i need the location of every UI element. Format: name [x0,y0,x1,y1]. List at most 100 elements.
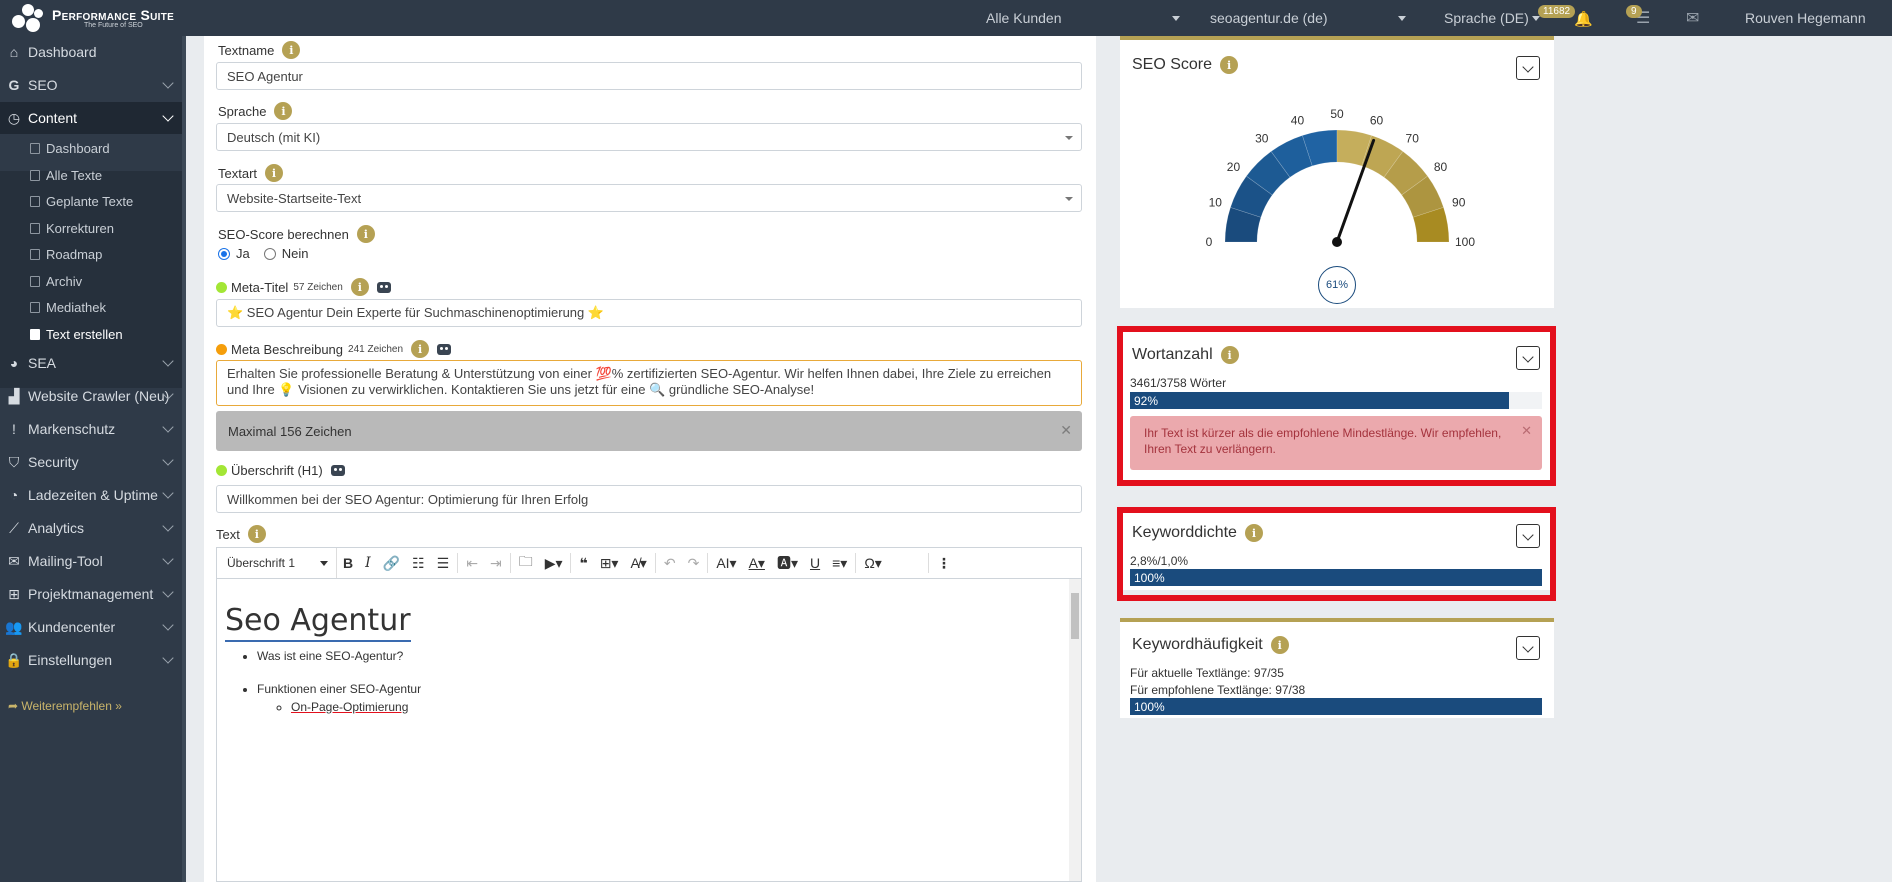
sidebar-item-loadtimes[interactable]: ◔ Ladezeiten & Uptime [0,479,182,511]
sidebar-item-settings[interactable]: 🔒 Einstellungen [0,644,182,676]
sidebar-item-mailing[interactable]: ✉ Mailing-Tool [0,545,182,577]
bell-icon[interactable]: 🔔 [1574,10,1593,28]
info-icon[interactable]: i [350,278,369,296]
textname-label: Textname i [218,41,301,59]
radio-yes[interactable] [218,247,230,260]
info-icon[interactable]: i [265,164,284,182]
keyword-frequency-progress: 100% [1130,698,1542,715]
radio-no[interactable] [263,247,276,260]
redo-icon[interactable]: ↷ [682,548,706,578]
sidebar-item-brand-protection[interactable]: ! Markenschutz [0,413,182,445]
clock-icon: ◷ [7,109,21,126]
recommend-link[interactable]: ➦ Weiterempfehlen » [8,699,122,713]
numbered-list-icon[interactable]: ☷ [406,548,431,578]
info-icon[interactable]: i [247,525,266,543]
bold-icon[interactable]: B [337,548,359,578]
sidebar-item-projects[interactable]: ⊞ Projektmanagement [0,578,182,610]
special-chars-icon[interactable]: Ω▾ [858,548,888,578]
notification-badge: 11682 [1538,5,1576,18]
link-icon[interactable]: 🔗 [377,548,406,578]
textart-label: Textart i [218,164,284,182]
textart-select[interactable]: Website-Startseite-Text [216,184,1082,212]
h1-input[interactable]: Willkommen bei der SEO Agentur: Optimier… [216,485,1082,513]
customer-select[interactable]: Alle Kunden [986,10,1062,26]
sidebar-item-customers[interactable]: 👥 Kundencenter [0,611,182,643]
info-icon[interactable]: i [411,340,430,358]
robot-icon[interactable] [330,465,345,476]
info-icon[interactable]: i [282,41,301,59]
sidebar-sub-corrections[interactable]: Korrekturen [30,215,114,241]
collapse-button[interactable] [1516,636,1540,660]
users-icon: 👥 [5,618,23,635]
quote-icon[interactable]: ❝ [573,548,593,578]
metadesc-warning: Maximal 156 Zeichen ✕ [216,411,1082,451]
google-icon: G [8,77,20,93]
sidebar-item-dashboard[interactable]: ⌂ Dashboard [0,36,182,68]
sidebar-item-content[interactable]: ◷ Content [0,102,182,134]
more-options-icon[interactable]: ⋮ [931,548,957,578]
language-select[interactable]: Sprache (DE) [1444,10,1529,26]
sidebar-sub-archive[interactable]: Archiv [30,268,82,294]
lock-icon: 🔒 [5,651,23,668]
language-select[interactable]: Deutsch (mit KI) [216,123,1082,151]
sidebar-sub-create-text[interactable]: Text erstellen [30,321,123,347]
media-folder-icon[interactable]: 🗀 [513,548,539,578]
indent-icon[interactable]: ⇥ [484,548,508,578]
font-color-icon[interactable]: A▾ [743,548,771,578]
sidebar-item-security[interactable]: ⛉ Security [0,446,182,478]
table-icon[interactable]: ⊞▾ [594,548,625,578]
keyword-frequency-card: Keywordhäufigkeit i Für aktuelle Textläng… [1120,618,1554,718]
metadesc-label: Meta Beschreibung 241 Zeichen i [216,340,452,358]
robot-icon[interactable] [376,281,391,293]
content-heading: Seo Agentur [225,603,411,642]
chevron-down-icon [1532,16,1540,21]
metatitle-input[interactable]: ⭐ SEO Agentur Dein Experte für Suchmasch… [216,299,1082,327]
align-icon[interactable]: ≡▾ [826,548,853,578]
sidebar-sub-scheduled[interactable]: Geplante Texte [30,188,133,214]
undo-icon[interactable]: ↶ [658,548,682,578]
chevron-down-icon [320,560,328,566]
sidebar-item-crawler[interactable]: ▟ Website Crawler (Neu) [0,380,182,412]
metatitle-label: Meta-Titel 57 Zeichen i [216,278,391,296]
italic-icon[interactable]: I [359,548,377,578]
seoscore-label: SEO-Score berechnen i [218,225,375,243]
spellcheck-icon[interactable]: A̸▾ [624,548,652,578]
video-icon[interactable]: ▶▾ [539,548,569,578]
gauge-tick-label: 60 [1370,113,1384,127]
seoscore-radios: Ja Nein [218,246,308,261]
textname-input[interactable]: SEO Agentur [216,62,1082,90]
sidebar-sub-media[interactable]: Mediathek [30,294,106,320]
font-size-icon[interactable]: AI▾ [710,548,742,578]
robot-icon[interactable] [437,343,452,355]
mail-icon[interactable]: ✉ [1686,8,1699,28]
chevron-down-icon [1065,136,1073,140]
domain-select[interactable]: seoagentur.de (de) [1210,10,1328,26]
gauge-tick-label: 90 [1452,195,1466,209]
sidebar-sub-dashboard[interactable]: Dashboard [30,135,110,161]
sidebar-item-sea[interactable]: ◕ SEA [0,347,182,379]
sidebar-item-analytics[interactable]: ⟋ Analytics [0,512,182,544]
underline-icon[interactable]: U [804,548,826,578]
highlight-icon[interactable]: 🅰▾ [771,548,804,578]
sidebar-sub-all-texts[interactable]: Alle Texte [30,162,102,188]
logo[interactable]: Performance Suite The Future of SEO [10,3,174,33]
status-dot [216,343,227,355]
block-style-select[interactable]: Überschrift 1 [217,548,337,578]
outdent-icon[interactable]: ⇤ [460,548,484,578]
status-dot [216,465,227,476]
editor-content[interactable]: Seo Agentur Was ist eine SEO-Agentur? Fu… [216,579,1082,882]
chevron-down-icon [1172,16,1180,21]
bullet-list-icon[interactable]: ☰ [431,548,456,578]
metadesc-textarea[interactable]: Erhalten Sie professionelle Beratung & U… [216,360,1082,406]
sidebar-sub-roadmap[interactable]: Roadmap [30,241,102,267]
info-icon[interactable]: i [274,102,293,120]
close-icon[interactable]: ✕ [1060,422,1072,439]
sidebar-item-seo[interactable]: G SEO [0,69,182,101]
gauge-tick-label: 80 [1434,160,1448,174]
user-menu[interactable]: Rouven Hegemann [1745,10,1866,26]
editor-scrollbar[interactable] [1069,579,1081,881]
info-icon[interactable]: i [356,225,375,243]
info-icon[interactable]: i [1270,636,1289,654]
chevron-down-icon [1065,197,1073,201]
task-badge: 9 [1626,5,1642,18]
